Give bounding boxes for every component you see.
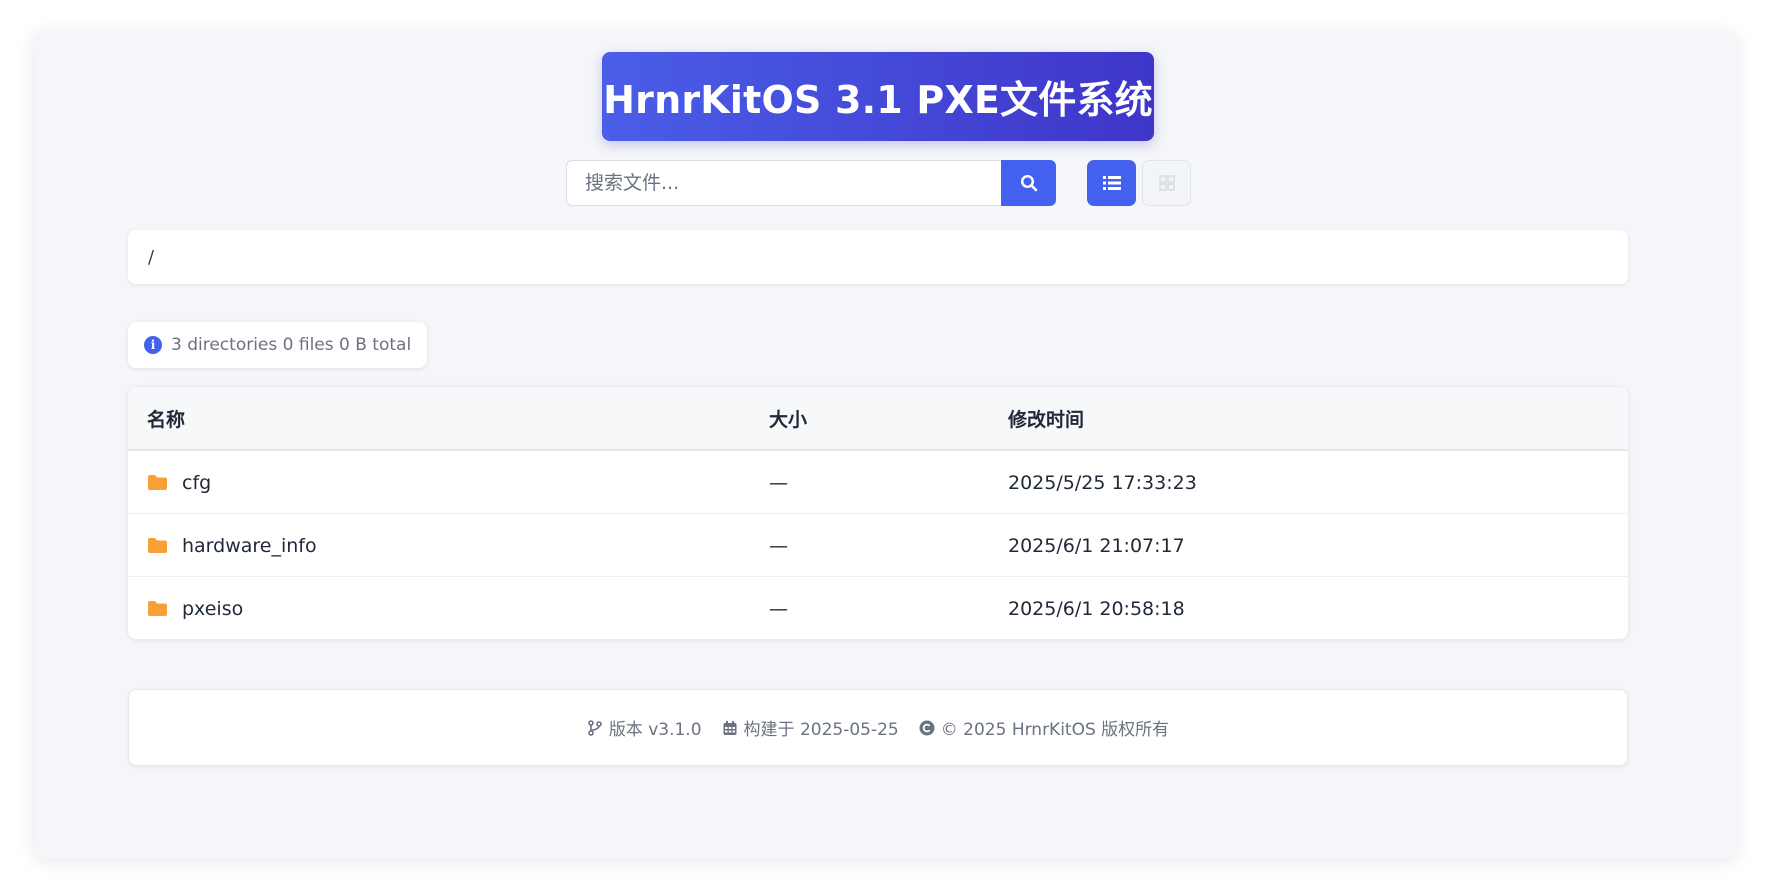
file-table: 名称 大小 修改时间 cfg — 2025/5/25 17:33:23 hard… — [128, 387, 1628, 639]
file-modified-cell: 2025/6/1 20:58:18 — [1008, 597, 1185, 620]
calendar-icon — [723, 720, 737, 735]
file-modified-cell: 2025/6/1 21:07:17 — [1008, 534, 1185, 557]
column-header-size[interactable]: 大小 — [769, 387, 807, 449]
build-date-text: 构建于 2025-05-25 — [743, 720, 899, 740]
file-name-cell: hardware_info — [147, 514, 317, 577]
folder-icon — [148, 538, 167, 553]
column-header-name[interactable]: 名称 — [147, 387, 185, 449]
copyright-icon — [919, 720, 935, 735]
breadcrumb-root-link[interactable]: / — [148, 247, 154, 268]
info-icon: i — [144, 336, 162, 354]
breadcrumb: / — [128, 230, 1628, 284]
search-icon — [1020, 174, 1037, 192]
file-modified-cell: 2025/5/25 17:33:23 — [1008, 471, 1197, 494]
stats-text: 3 directories 0 files 0 B total — [171, 335, 412, 355]
file-size-cell: — — [769, 534, 788, 557]
search-button[interactable] — [1001, 160, 1056, 206]
footer-version: 版本 v3.1.0 — [587, 715, 702, 740]
file-name-cell: pxeiso — [147, 577, 243, 639]
folder-name-link[interactable]: pxeiso — [182, 598, 243, 620]
folder-name-link[interactable]: cfg — [182, 472, 211, 494]
footer: 版本 v3.1.0 构建于 2025-05-25 © 2025 HrnrKitO… — [128, 689, 1628, 766]
app-container: HrnrKitOS 3.1 PXE文件系统 / — [34, 32, 1737, 859]
search-input[interactable] — [566, 160, 1001, 206]
version-text: 版本 v3.1.0 — [608, 720, 702, 740]
file-name-cell: cfg — [147, 451, 211, 514]
file-size-cell: — — [769, 471, 788, 494]
folder-icon — [148, 475, 167, 490]
list-view-button[interactable] — [1087, 160, 1136, 206]
folder-name-link[interactable]: hardware_info — [182, 535, 317, 557]
footer-copyright: © 2025 HrnrKitOS 版权所有 — [919, 715, 1169, 740]
footer-build-date: 构建于 2025-05-25 — [722, 715, 899, 740]
search-bar — [566, 160, 1056, 206]
grid-view-button[interactable] — [1142, 160, 1191, 206]
copyright-text: © 2025 HrnrKitOS 版权所有 — [940, 720, 1170, 740]
code-branch-icon — [588, 719, 602, 736]
list-view-icon — [1102, 176, 1121, 190]
table-row[interactable]: pxeiso — 2025/6/1 20:58:18 — [128, 577, 1628, 639]
grid-view-icon — [1158, 175, 1175, 191]
table-header: 名称 大小 修改时间 — [128, 387, 1628, 451]
page-title: HrnrKitOS 3.1 PXE文件系统 — [603, 78, 1153, 122]
directory-stats: i 3 directories 0 files 0 B total — [128, 322, 428, 368]
folder-icon — [148, 601, 167, 616]
table-row[interactable]: hardware_info — 2025/6/1 21:07:17 — [128, 514, 1628, 577]
column-header-modified[interactable]: 修改时间 — [1008, 387, 1084, 449]
table-row[interactable]: cfg — 2025/5/25 17:33:23 — [128, 451, 1628, 514]
file-size-cell: — — [769, 597, 788, 620]
title-banner: HrnrKitOS 3.1 PXE文件系统 — [602, 52, 1154, 141]
